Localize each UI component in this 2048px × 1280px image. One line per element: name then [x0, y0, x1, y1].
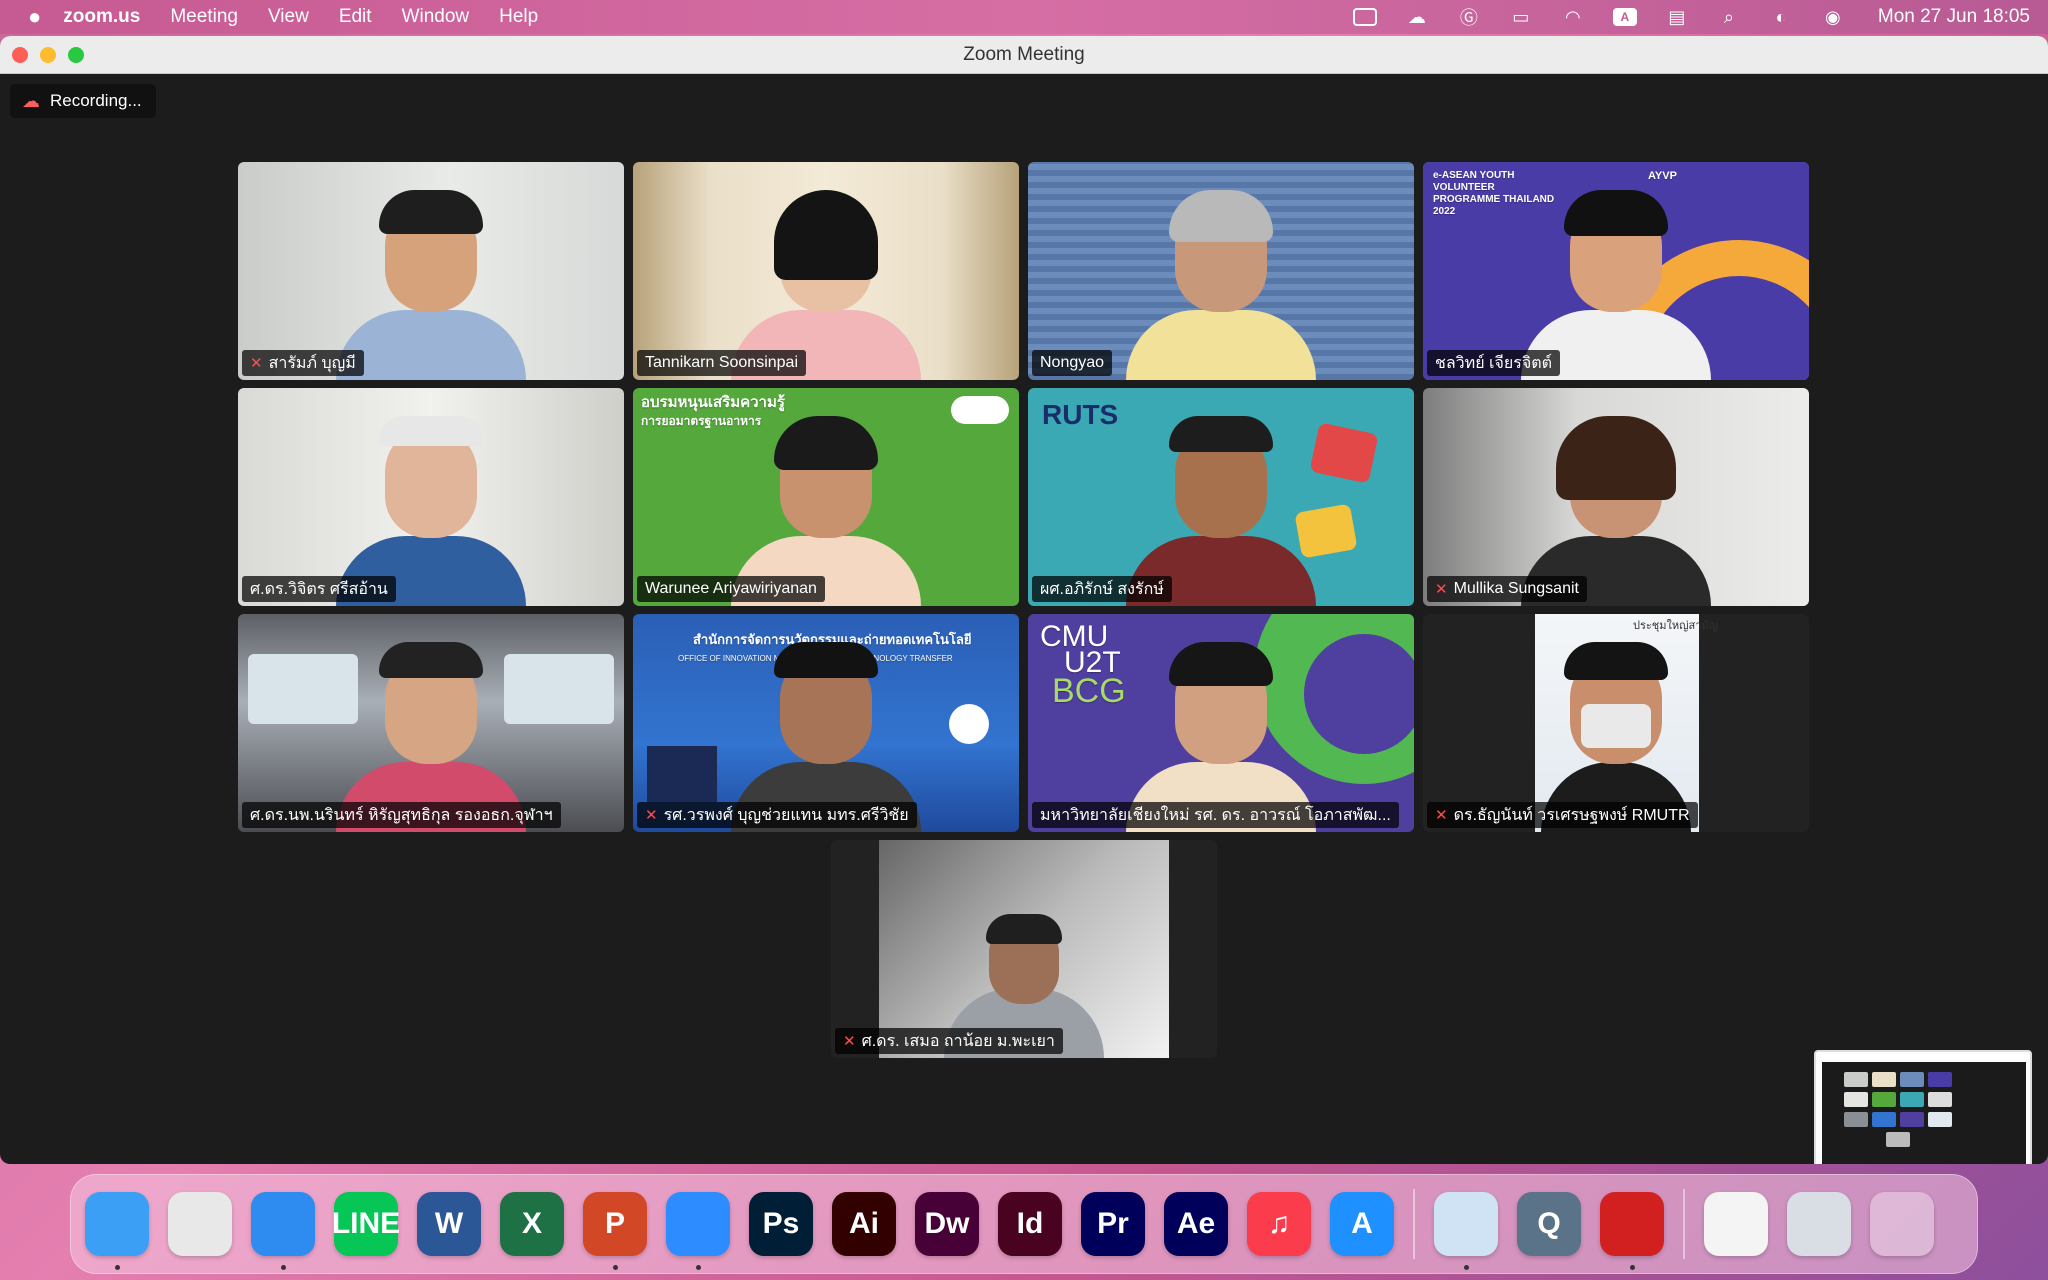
participant-name-tag: ✕ ดร.ธัญนันท์ วรเศรษฐพงษ์ RMUTR	[1427, 802, 1698, 828]
video-tile-1[interactable]: ✕ สารัมภ์ บุญมี	[238, 162, 624, 380]
video-tile-4-active-speaker[interactable]: e-ASEAN YOUTH VOLUNTEER PROGRAMME THAILA…	[1423, 162, 1809, 380]
video-tile-5[interactable]: ศ.ดร.วิจิตร ศรีสอ้าน	[238, 388, 624, 606]
finder-icon[interactable]	[85, 1192, 149, 1270]
dock-separator	[1683, 1189, 1685, 1259]
dreamweaver-icon[interactable]: Dw	[915, 1192, 979, 1256]
premiere-icon[interactable]: Pr	[1081, 1192, 1145, 1256]
running-indicator	[115, 1265, 120, 1270]
document-icon[interactable]	[1704, 1192, 1768, 1256]
dock-separator	[1413, 1189, 1415, 1259]
menu-clock[interactable]: Mon 27 Jun 18:05	[1878, 6, 2030, 28]
participant-name-tag: Tannikarn Soonsinpai	[637, 350, 806, 376]
running-indicator	[696, 1265, 701, 1270]
participant-name-tag: Warunee Ariyawiriyanan	[637, 576, 825, 602]
window-title: Zoom Meeting	[963, 43, 1085, 65]
creative-cloud-icon[interactable]: ☁	[1404, 7, 1430, 27]
menu-view[interactable]: View	[268, 6, 309, 28]
participant-name-tag: ชลวิทย์ เจียรจิตต์	[1427, 350, 1560, 376]
zoom-icon[interactable]	[666, 1192, 730, 1270]
input-source-icon[interactable]: A	[1612, 7, 1638, 27]
self-view-thumbnail[interactable]	[1814, 1050, 2032, 1164]
trash-icon[interactable]	[1870, 1192, 1934, 1256]
video-tile-8[interactable]: ✕ Mullika Sungsanit	[1423, 388, 1809, 606]
video-tile-6[interactable]: อบรมหนุนเสริมความรู้ การยอมาตรฐานอาหาร W…	[633, 388, 1019, 606]
video-tile-10[interactable]: สำนักการจัดการนวัตกรรมและถ่ายทอดเทคโนโลย…	[633, 614, 1019, 832]
music-icon[interactable]: ♫	[1247, 1192, 1311, 1256]
window-titlebar: Zoom Meeting	[0, 36, 2048, 74]
running-indicator	[281, 1265, 286, 1270]
battery-icon[interactable]: ▭	[1508, 7, 1534, 27]
quicktime-icon[interactable]: Q	[1517, 1192, 1581, 1256]
video-tile-3[interactable]: Nongyao	[1028, 162, 1414, 380]
minimize-window-button[interactable]	[40, 46, 56, 63]
zoom-status-icon[interactable]	[1352, 7, 1378, 27]
recording-indicator[interactable]: ☁ Recording...	[10, 84, 156, 118]
participant-name-tag: ผศ.อภิรักษ์ สงรักษ์	[1032, 576, 1172, 602]
running-indicator	[613, 1265, 618, 1270]
muted-mic-icon: ✕	[1435, 807, 1448, 824]
muted-mic-icon: ✕	[843, 1033, 856, 1050]
menu-app-zoom[interactable]: zoom.us	[63, 6, 140, 28]
safari-icon[interactable]	[251, 1192, 315, 1270]
participant-name-tag: มหาวิทยาลัยเชียงใหม่ รศ. ดร. อาวรณ์ โอภา…	[1032, 802, 1399, 828]
menu-window[interactable]: Window	[402, 6, 470, 28]
grammarly-icon[interactable]: Ⓖ	[1456, 7, 1482, 28]
line-icon[interactable]: LINE	[332, 1192, 400, 1256]
excel-icon[interactable]: X	[500, 1192, 564, 1256]
spotlight-search-icon[interactable]: ⌕	[1716, 7, 1742, 27]
recording-label: Recording...	[50, 91, 142, 110]
participant-name-tag: ✕ รศ.วรพงศ์ บุญช่วยแทน มทร.ศรีวิชัย	[637, 802, 917, 828]
cloud-recording-icon: ☁	[22, 90, 40, 111]
control-center-icon[interactable]: ◐	[1768, 7, 1794, 27]
participant-name-tag: ✕ สารัมภ์ บุญมี	[242, 350, 364, 376]
illustrator-icon[interactable]: Ai	[832, 1192, 896, 1256]
running-indicator	[1630, 1265, 1635, 1270]
participant-name-tag: ✕ ศ.ดร. เสมอ ถาน้อย ม.พะเยา	[835, 1028, 1063, 1054]
participant-name-tag: ศ.ดร.นพ.นรินทร์ หิรัญสุทธิกุล รองอธก.จุฬ…	[242, 802, 561, 828]
muted-mic-icon: ✕	[250, 355, 263, 372]
preview-icon[interactable]	[1434, 1192, 1498, 1270]
indesign-icon[interactable]: Id	[998, 1192, 1062, 1256]
running-indicator	[1464, 1265, 1469, 1270]
zoom-meeting-window: Zoom Meeting ☁ Recording... ✕ สารัมภ์ บุ…	[0, 36, 2048, 1164]
video-tile-2[interactable]: Tannikarn Soonsinpai	[633, 162, 1019, 380]
participant-name-tag: ศ.ดร.วิจิตร ศรีสอ้าน	[242, 576, 396, 602]
participant-name-tag: ✕ Mullika Sungsanit	[1427, 576, 1587, 602]
powerpoint-icon[interactable]: P	[583, 1192, 647, 1270]
menu-meeting[interactable]: Meeting	[170, 6, 238, 28]
keyboard-icon[interactable]: ▤	[1664, 7, 1690, 27]
video-tile-12[interactable]: ประชุมใหญ่สามัญ ✕ ดร.ธัญนันท์ วรเศรษฐพงษ…	[1423, 614, 1809, 832]
video-tile-13[interactable]: ✕ ศ.ดร. เสมอ ถาน้อย ม.พะเยา	[831, 840, 1217, 1058]
video-tile-9[interactable]: ศ.ดร.นพ.นรินทร์ หิรัญสุทธิกุล รองอธก.จุฬ…	[238, 614, 624, 832]
menu-bar: ● zoom.us Meeting View Edit Window Help …	[0, 0, 2048, 34]
video-tile-7[interactable]: RUTS ผศ.อภิรักษ์ สงรักษ์	[1028, 388, 1414, 606]
muted-mic-icon: ✕	[645, 807, 658, 824]
muted-mic-icon: ✕	[1435, 581, 1448, 598]
menu-help[interactable]: Help	[499, 6, 538, 28]
siri-icon[interactable]: ◉	[1820, 7, 1846, 27]
after-effects-icon[interactable]: Ae	[1164, 1192, 1228, 1256]
photoshop-icon[interactable]: Ps	[749, 1192, 813, 1256]
app-store-icon[interactable]: A	[1330, 1192, 1394, 1256]
apple-menu-icon[interactable]: ●	[28, 4, 41, 30]
acrobat-icon[interactable]	[1600, 1192, 1664, 1270]
screenshot-icon[interactable]	[1787, 1192, 1851, 1256]
word-icon[interactable]: W	[417, 1192, 481, 1256]
participant-name-tag: Nongyao	[1032, 350, 1113, 376]
video-tile-11[interactable]: CMU U2T BCG มหาวิทยาลัยเชียงใหม่ รศ. ดร.…	[1028, 614, 1414, 832]
dock: LINE W X P Ps Ai Dw Id Pr Ae ♫ A Q	[70, 1174, 1978, 1274]
menu-edit[interactable]: Edit	[339, 6, 372, 28]
fullscreen-window-button[interactable]	[68, 46, 84, 63]
close-window-button[interactable]	[12, 46, 28, 63]
wifi-icon[interactable]: ◠	[1560, 7, 1586, 27]
launchpad-icon[interactable]	[168, 1192, 232, 1256]
